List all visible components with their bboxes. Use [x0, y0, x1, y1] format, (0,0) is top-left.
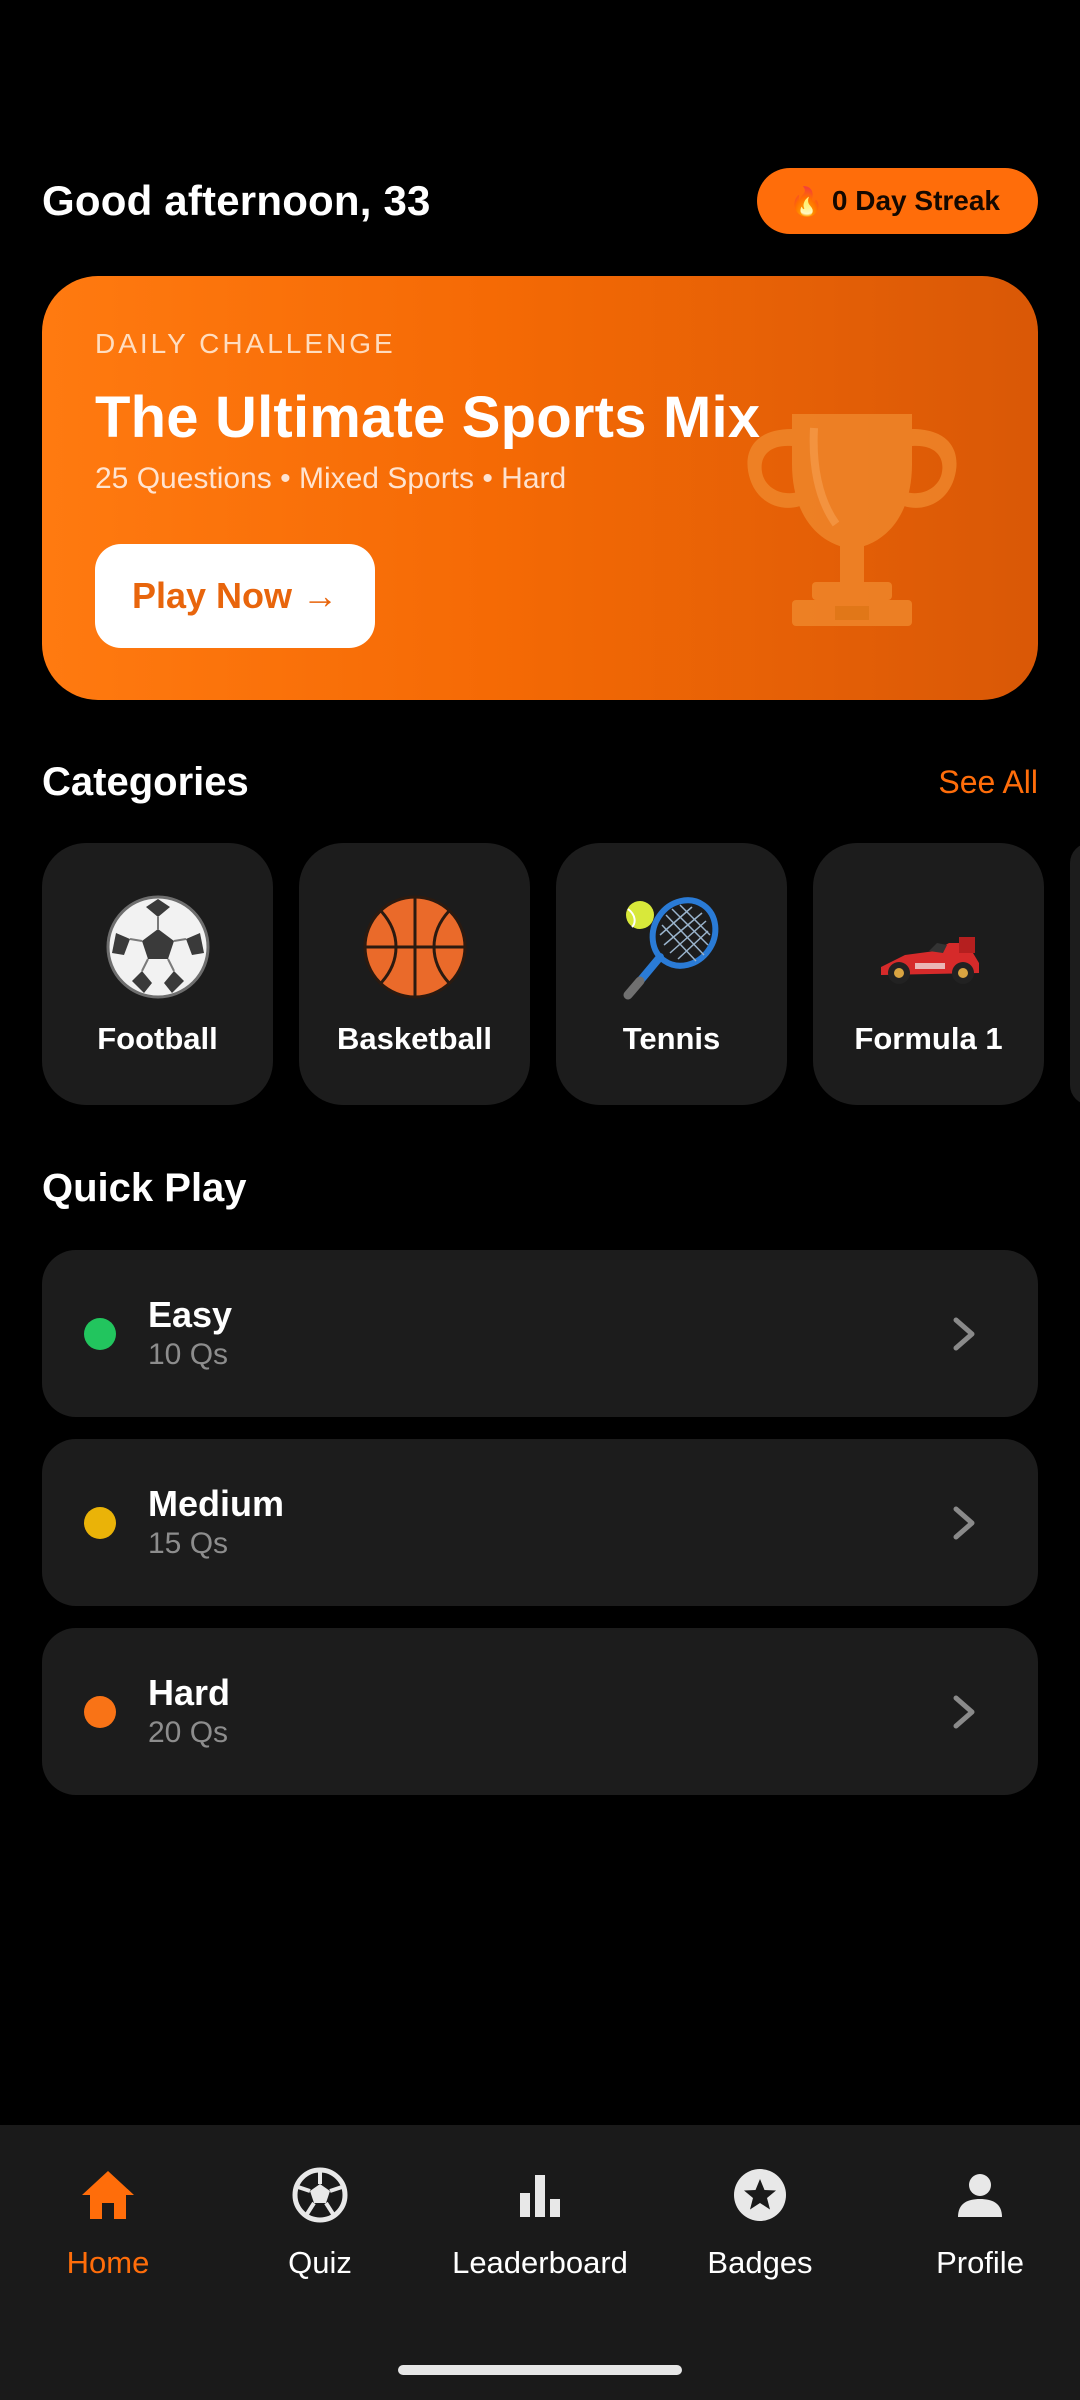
home-indicator[interactable] [398, 2365, 682, 2375]
nav-label: Quiz [288, 2245, 352, 2280]
nav-label: Badges [707, 2245, 813, 2280]
nav-label: Profile [936, 2245, 1024, 2280]
see-all-link[interactable]: See All [938, 764, 1038, 801]
home-screen: Good afternoon, 33 🔥 0 Day Streak DAILY … [0, 0, 1080, 2400]
soccer-ball-icon [106, 895, 209, 999]
nav-label: Leaderboard [452, 2245, 628, 2280]
bar-chart-icon [520, 2175, 560, 2217]
quick-play-name: Hard [148, 1672, 231, 1713]
challenge-meta: 25 Questions • Mixed Sports • Hard [95, 462, 567, 495]
quick-play-hard[interactable]: Hard 20 Qs [42, 1628, 1038, 1795]
quick-play-name: Easy [148, 1294, 233, 1335]
categories-title: Categories [42, 760, 249, 804]
race-car-icon [880, 937, 979, 984]
quick-play-header: Quick Play [42, 1166, 1038, 1211]
nav-leaderboard[interactable]: Leaderboard [432, 2165, 648, 2281]
tennis-icon [623, 897, 718, 1000]
nav-badges[interactable]: Badges [652, 2165, 868, 2281]
quick-play-count: 15 Qs [148, 1527, 229, 1560]
difficulty-dot [84, 1506, 116, 1539]
category-football[interactable]: Football [42, 843, 273, 1105]
category-basketball[interactable]: Basketball [299, 843, 530, 1105]
streak-label: 0 Day Streak [831, 185, 1000, 216]
categories-list: Football Basketball Tennis Formula 1 [42, 843, 1044, 1105]
trophy-icon [747, 414, 957, 626]
header: Good afternoon, 33 🔥 0 Day Streak [42, 166, 1038, 236]
quick-play-count: 20 Qs [148, 1716, 229, 1749]
category-label: Basketball [336, 1021, 493, 1056]
person-icon [958, 2174, 1002, 2217]
chevron-right-icon [953, 1317, 975, 1351]
category-label: Formula 1 [854, 1021, 1003, 1056]
greeting-text: Good afternoon, 33 [42, 177, 431, 224]
challenge-label: DAILY CHALLENGE [95, 328, 396, 359]
nav-quiz[interactable]: Quiz [212, 2165, 428, 2281]
soccer-ball-outline-icon [292, 2167, 348, 2223]
category-label: Football [97, 1021, 218, 1056]
play-now-button[interactable]: Play Now → [95, 544, 375, 648]
quick-play-list: Easy 10 Qs Medium 15 Qs Hard 20 Qs [42, 1250, 1038, 1817]
challenge-title: The Ultimate Sports Mix [95, 385, 761, 450]
nav-home[interactable]: Home [0, 2165, 216, 2281]
nav-label: Home [66, 2245, 150, 2280]
difficulty-dot [84, 1695, 116, 1728]
quick-play-name: Medium [148, 1483, 285, 1524]
categories-header: Categories See All [42, 760, 1038, 805]
nav-profile[interactable]: Profile [872, 2165, 1080, 2281]
fire-icon: 🔥 [789, 185, 824, 217]
category-tennis[interactable]: Tennis [556, 843, 787, 1105]
chevron-right-icon [953, 1506, 975, 1540]
quick-play-count: 10 Qs [148, 1338, 229, 1371]
bottom-nav: Home Quiz Leaderboard Badges Profile [0, 2125, 1080, 2400]
category-formula-1[interactable]: Formula 1 [813, 843, 1044, 1105]
streak-badge[interactable]: 🔥 0 Day Streak [757, 168, 1038, 234]
home-icon [82, 2171, 134, 2219]
quick-play-medium[interactable]: Medium 15 Qs [42, 1439, 1038, 1606]
category-card-partial[interactable] [1070, 843, 1080, 1105]
star-badge-icon [734, 2169, 786, 2221]
chevron-right-icon [953, 1695, 975, 1729]
daily-challenge-card[interactable]: DAILY CHALLENGE The Ultimate Sports Mix … [42, 276, 1038, 700]
category-label: Tennis [622, 1021, 721, 1056]
quick-play-easy[interactable]: Easy 10 Qs [42, 1250, 1038, 1417]
basketball-icon [363, 895, 466, 999]
difficulty-dot [84, 1317, 116, 1350]
quick-play-title: Quick Play [42, 1166, 247, 1210]
